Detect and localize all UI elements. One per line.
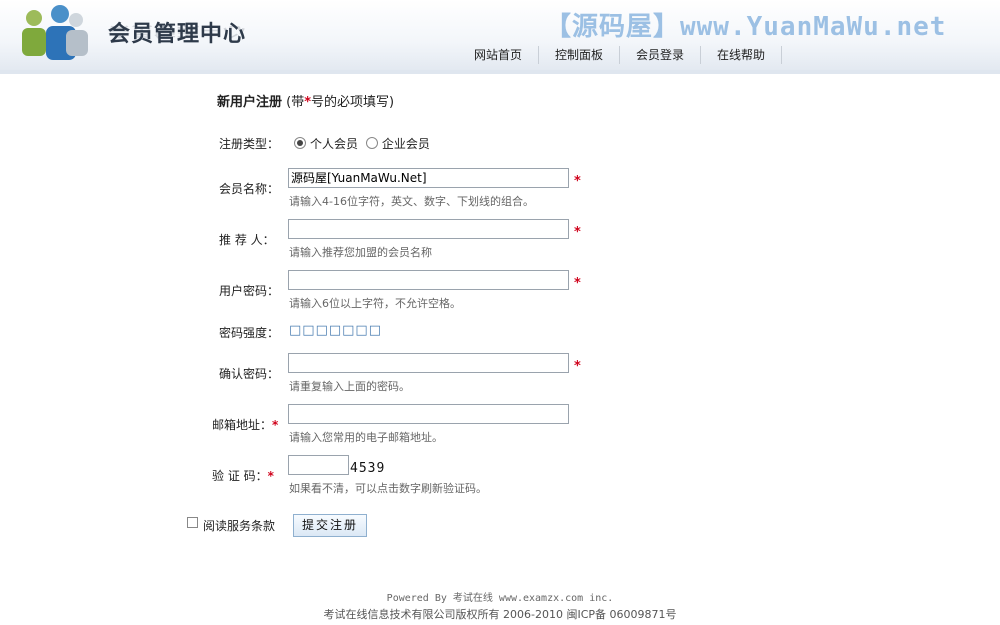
type-radio-group: 个人会员 企业会员 bbox=[294, 135, 434, 152]
password-label: 用户密码： bbox=[219, 284, 280, 298]
email-required-star: * bbox=[272, 418, 279, 432]
referrer-hint: 请输入推荐您加盟的会员名称 bbox=[289, 246, 432, 259]
captcha-required-star: * bbox=[267, 469, 274, 483]
username-required-star: * bbox=[574, 174, 581, 189]
top-nav: 网站首页 控制面板 会员登录 在线帮助 bbox=[460, 46, 783, 64]
confirm-required-star: * bbox=[574, 359, 581, 374]
referrer-required-star: * bbox=[574, 225, 581, 240]
radio-personal[interactable] bbox=[294, 137, 306, 149]
captcha-input[interactable] bbox=[288, 455, 349, 475]
email-hint: 请输入您常用的电子邮箱地址。 bbox=[289, 431, 443, 444]
page-header: 会员管理中心 会员管理中心 【源码屋】www.YuanMaWu.net 网站首页… bbox=[0, 0, 1000, 74]
username-input[interactable]: 源码屋[YuanMaWu.Net] bbox=[288, 168, 569, 188]
nav-control-panel[interactable]: 控制面板 bbox=[539, 46, 621, 64]
nav-help[interactable]: 在线帮助 bbox=[701, 46, 783, 64]
email-label: 邮箱地址：* bbox=[212, 416, 278, 433]
radio-company[interactable] bbox=[365, 137, 378, 149]
password-required-star: * bbox=[574, 276, 581, 291]
confirm-label: 确认密码： bbox=[219, 367, 280, 381]
site-logo[interactable]: 会员管理中心 会员管理中心 bbox=[16, 2, 246, 66]
form-title-prefix: (带 bbox=[286, 95, 305, 110]
footer-copyright: 考试在线信息技术有限公司版权所有 2006-2010 闽ICP备 0600987… bbox=[323, 608, 677, 621]
nav-login[interactable]: 会员登录 bbox=[620, 46, 702, 64]
form-title: 新用户注册 (带*号的必项填写) bbox=[217, 91, 394, 110]
captcha-label-text: 验 证 码： bbox=[212, 469, 268, 483]
watermark-text: 【源码屋】www.YuanMaWu.net bbox=[545, 12, 947, 42]
radio-company-label: 企业会员 bbox=[381, 137, 430, 151]
radio-personal-label: 个人会员 bbox=[310, 137, 359, 151]
referrer-input[interactable] bbox=[288, 219, 569, 239]
terms-checkbox[interactable] bbox=[187, 517, 198, 528]
nav-home[interactable]: 网站首页 bbox=[460, 46, 540, 64]
username-label: 会员名称： bbox=[219, 182, 280, 196]
password-strength-meter: □□□□□□□ bbox=[289, 323, 382, 338]
email-label-text: 邮箱地址： bbox=[212, 418, 273, 432]
confirm-hint: 请重复输入上面的密码。 bbox=[289, 380, 410, 393]
strength-label: 密码强度： bbox=[219, 326, 280, 340]
terms-link[interactable]: 阅读服务条款 bbox=[203, 517, 275, 534]
logo-title-reflection: 会员管理中心 bbox=[108, 23, 247, 39]
members-icon bbox=[22, 5, 88, 60]
confirm-password-input[interactable] bbox=[288, 353, 569, 373]
type-label: 注册类型： bbox=[219, 137, 280, 151]
form-title-main: 新用户注册 bbox=[217, 95, 283, 110]
password-hint: 请输入6位以上字符，不允许空格。 bbox=[289, 297, 461, 310]
form-title-suffix: 号的必项填写) bbox=[311, 95, 395, 110]
captcha-hint: 如果看不清，可以点击数字刷新验证码。 bbox=[289, 482, 487, 495]
captcha-code[interactable]: 4539 bbox=[350, 461, 385, 476]
username-hint: 请输入4-16位字符，英文、数字、下划线的组合。 bbox=[289, 195, 534, 208]
captcha-label: 验 证 码：* bbox=[212, 467, 274, 484]
referrer-label: 推 荐 人： bbox=[219, 233, 275, 247]
submit-button[interactable]: 提交注册 bbox=[293, 514, 367, 537]
password-input[interactable] bbox=[288, 270, 569, 290]
email-input[interactable] bbox=[288, 404, 569, 424]
footer-powered-by: Powered By 考试在线 www.examzx.com inc. bbox=[386, 593, 614, 604]
